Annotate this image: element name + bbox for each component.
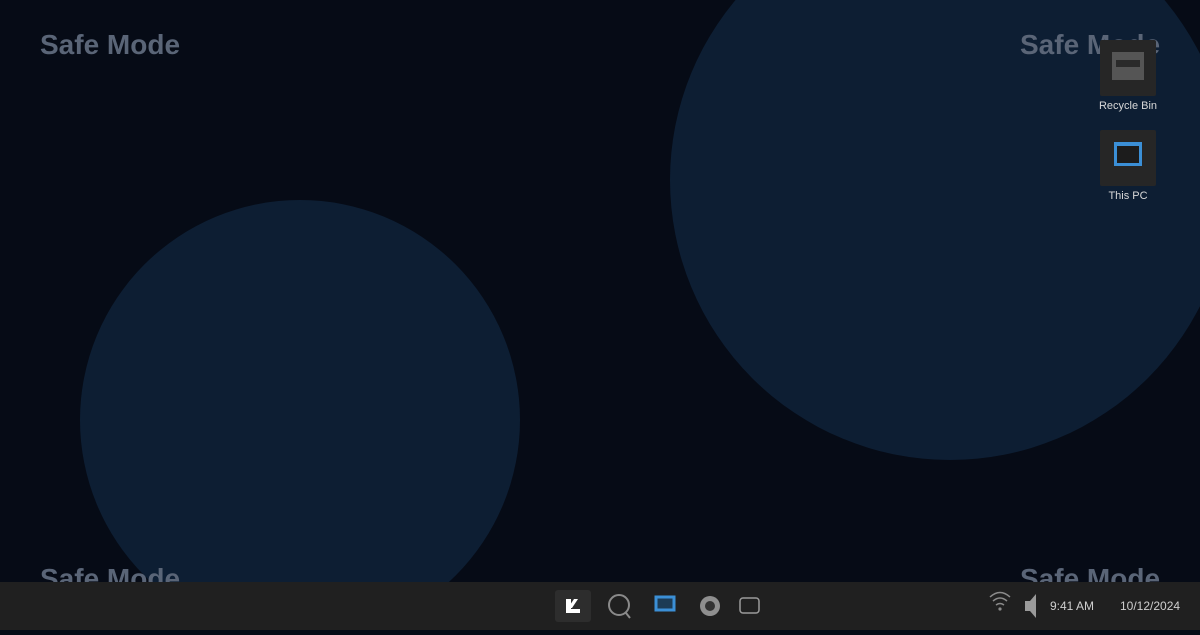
this-pc-icon — [1100, 130, 1156, 186]
start-button[interactable] — [555, 590, 591, 622]
file-explorer-icon — [654, 595, 676, 612]
desktop-icon-label: This PC — [1108, 190, 1148, 202]
search-icon — [608, 594, 631, 619]
task-view-icon — [739, 597, 760, 614]
wifi-icon — [989, 591, 1011, 611]
file-explorer-button[interactable] — [647, 590, 683, 622]
desktop-icon-this-pc[interactable]: This PC — [1088, 130, 1168, 202]
volume-button[interactable] — [1022, 582, 1042, 630]
settings-icon — [700, 596, 720, 616]
task-view-button[interactable] — [731, 590, 767, 622]
wifi-button[interactable] — [986, 582, 1014, 630]
settings-button[interactable] — [692, 590, 728, 622]
start-icon — [566, 599, 580, 613]
search-button[interactable] — [602, 590, 638, 622]
taskbar: 9:41 AM 10/12/2024 — [0, 582, 1200, 630]
clock-time[interactable]: 9:41 AM — [1050, 599, 1094, 613]
desktop-icon-recycle-bin[interactable]: Recycle Bin — [1088, 40, 1168, 112]
safe-mode-watermark-top-left: Safe Mode — [40, 29, 181, 60]
volume-icon — [1025, 594, 1036, 618]
desktop[interactable]: Safe Mode Safe Mode Safe Mode Safe Mode … — [0, 0, 1200, 630]
clock-date[interactable]: 10/12/2024 — [1120, 599, 1180, 613]
desktop-icon-label: Recycle Bin — [1098, 100, 1158, 112]
recycle-bin-icon — [1100, 40, 1156, 96]
